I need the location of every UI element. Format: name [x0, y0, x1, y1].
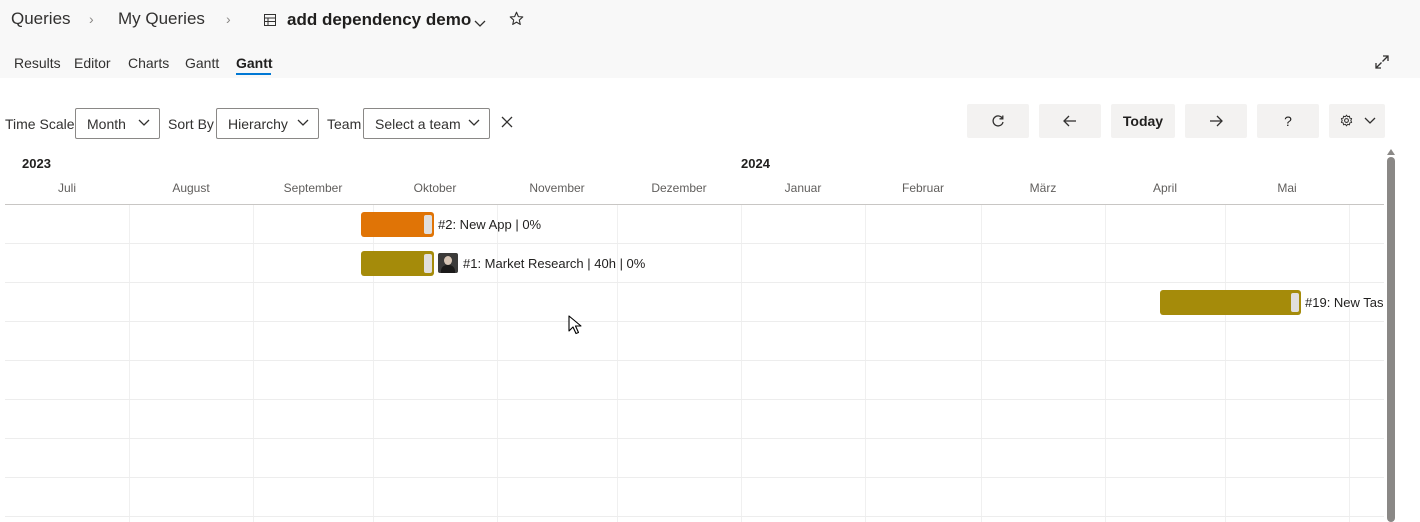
month-label: Oktober [413, 181, 457, 195]
grid-line [129, 205, 130, 522]
sort-by-dropdown[interactable]: Hierarchy [216, 108, 319, 139]
refresh-button[interactable] [967, 104, 1029, 138]
help-label: ? [1284, 113, 1292, 129]
chevron-down-icon[interactable] [474, 15, 486, 33]
grid-line [1225, 205, 1226, 522]
sort-by-label: Sort By [168, 116, 214, 132]
month-label: Januar [784, 181, 822, 195]
month-label: Juli [57, 181, 77, 195]
tab-results[interactable]: Results [14, 55, 61, 71]
breadcrumb-separator: › [89, 11, 94, 27]
settings-button[interactable] [1329, 104, 1385, 138]
breadcrumb-separator: › [226, 11, 231, 27]
timeline-axis [5, 204, 1384, 205]
task-bar[interactable] [1160, 290, 1301, 315]
help-button[interactable]: ? [1257, 104, 1319, 138]
arrow-right-icon [1210, 115, 1223, 127]
task-label[interactable]: #2: New App | 0% [438, 217, 541, 232]
tab-editor[interactable]: Editor [74, 55, 111, 71]
month-label: Februar [901, 181, 945, 195]
arrow-left-icon [1063, 115, 1076, 127]
task-bar[interactable] [361, 251, 434, 276]
month-label: Dezember [651, 181, 707, 195]
chevron-down-icon [138, 119, 150, 126]
month-label: April [1152, 181, 1178, 195]
row-divider [5, 243, 1384, 244]
row-divider [5, 438, 1384, 439]
chevron-down-icon [1364, 117, 1376, 124]
grid-line [617, 205, 618, 522]
tab-gantt[interactable]: Gantt [185, 55, 219, 71]
today-button[interactable]: Today [1111, 104, 1175, 138]
row-divider [5, 516, 1384, 517]
breadcrumb-queries[interactable]: Queries [11, 9, 71, 29]
team-dropdown[interactable]: Select a team [363, 108, 490, 139]
row-divider [5, 477, 1384, 478]
time-scale-dropdown[interactable]: Month [75, 108, 160, 139]
breadcrumb-my-queries[interactable]: My Queries [118, 9, 205, 29]
team-value: Select a team [375, 116, 461, 132]
resize-handle[interactable] [1291, 293, 1299, 312]
grid-line [981, 205, 982, 522]
table-icon [264, 13, 276, 31]
chevron-down-icon [297, 119, 309, 126]
task-label[interactable]: #1: Market Research | 40h | 0% [463, 256, 645, 271]
month-label: September [283, 181, 343, 195]
header: Queries › My Queries › add dependency de… [0, 0, 1420, 78]
row-divider [5, 282, 1384, 283]
time-scale-label: Time Scale [5, 116, 75, 132]
grid-line [865, 205, 866, 522]
grid-line [1105, 205, 1106, 522]
month-label: August [172, 181, 210, 195]
gear-icon [1340, 114, 1353, 127]
team-label: Team [327, 116, 362, 132]
expand-icon[interactable] [1375, 55, 1389, 74]
query-title[interactable]: add dependency demo [287, 10, 471, 30]
grid-line [253, 205, 254, 522]
grid-line [497, 205, 498, 522]
today-label: Today [1122, 113, 1164, 129]
year-label: 2024 [741, 156, 770, 171]
active-tab-indicator [236, 73, 271, 75]
next-button[interactable] [1185, 104, 1247, 138]
month-label: März [1029, 181, 1057, 195]
star-icon[interactable] [509, 11, 524, 31]
sort-by-value: Hierarchy [228, 116, 288, 132]
task-label[interactable]: #19: New Tas [1305, 295, 1384, 310]
task-bar[interactable] [361, 212, 434, 237]
close-icon[interactable] [501, 115, 513, 133]
resize-handle[interactable] [424, 215, 432, 234]
grid-line [1349, 205, 1350, 522]
avatar [438, 253, 458, 273]
row-divider [5, 321, 1384, 322]
year-label: 2023 [22, 156, 51, 171]
row-divider [5, 399, 1384, 400]
row-divider [5, 360, 1384, 361]
tab-gantt-active[interactable]: Gantt [236, 55, 273, 71]
resize-handle[interactable] [424, 254, 432, 273]
previous-button[interactable] [1039, 104, 1101, 138]
refresh-icon [992, 115, 1004, 127]
month-label: Mai [1277, 181, 1297, 195]
vertical-scrollbar-thumb[interactable] [1387, 157, 1395, 522]
tab-charts[interactable]: Charts [128, 55, 169, 71]
mouse-cursor-icon [568, 315, 582, 340]
month-label: November [529, 181, 585, 195]
time-scale-value: Month [87, 116, 126, 132]
grid-line [741, 205, 742, 522]
chevron-down-icon [468, 119, 480, 126]
